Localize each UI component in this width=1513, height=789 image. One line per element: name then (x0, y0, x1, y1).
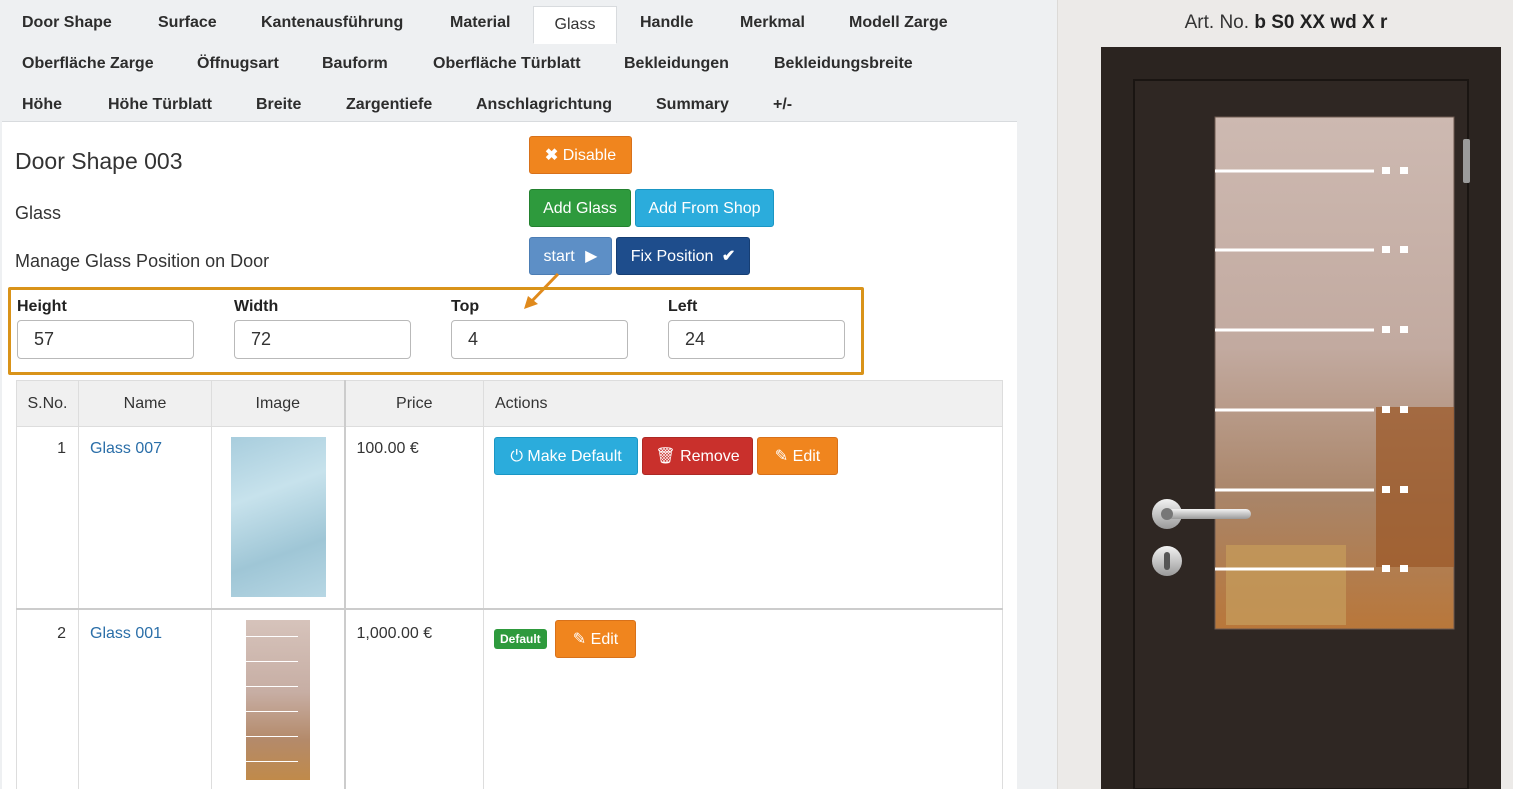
tab-zargentiefe[interactable]: Zargentiefe (336, 86, 442, 124)
add-from-shop-button[interactable]: Add From Shop (635, 189, 774, 227)
edit-button[interactable]: ✎ Edit (555, 619, 636, 658)
table-row: 1 Glass 007 100.00 € ⏻ Make Default 🗑 Re… (16, 426, 1003, 609)
tab-material[interactable]: Material (440, 4, 520, 42)
article-number-prefix: Art. No. (1184, 12, 1250, 33)
height-input[interactable] (17, 320, 194, 359)
row-image (211, 426, 345, 609)
glass-thumbnail (246, 619, 310, 780)
tab-modell-zarge[interactable]: Modell Zarge (839, 4, 958, 42)
door-preview-panel: Art. No. b S0 XX wd X r (1057, 0, 1513, 789)
subsection-heading: Manage Glass Position on Door (15, 251, 270, 271)
column-header-price: Price (343, 380, 484, 427)
edit-button-label: Edit (590, 630, 619, 648)
article-number: Art. No. b S0 XX wd X r (1058, 12, 1513, 34)
tab-merkmal[interactable]: Merkmal (730, 4, 815, 42)
edit-icon: ✎ (572, 630, 587, 648)
checkmark-icon: ✔ (721, 248, 736, 265)
tab-handle[interactable]: Handle (630, 4, 703, 42)
content-panel: Door Shape 003 Glass Manage Glass Positi… (2, 121, 1017, 789)
tab-plus-minus[interactable]: +/- (763, 86, 802, 124)
edit-icon: ✎ (774, 448, 789, 465)
tab-anschlagrichtung[interactable]: Anschlagrichtung (466, 86, 622, 124)
glass-position-box: Height Width Top Left (8, 287, 864, 375)
remove-button-label: Remove (680, 448, 740, 465)
width-label: Width (234, 298, 279, 315)
column-header-image: Image (211, 380, 345, 427)
disable-button[interactable]: ✖ Disable (529, 136, 632, 174)
tab-hoehe-tuerblatt[interactable]: Höhe Türblatt (98, 86, 222, 124)
table-header-row: S.No. Name Image Price Actions (16, 380, 1003, 427)
row-name-link[interactable]: Glass 001 (78, 608, 212, 789)
row-actions: ⏻ Make Default 🗑 Remove ✎ Edit (483, 426, 1003, 609)
article-number-code: b S0 XX wd X r (1254, 12, 1388, 33)
tab-oberflaeche-tuerblatt[interactable]: Oberfläche Türblatt (423, 45, 591, 83)
tab-oeffnugsart[interactable]: Öffnugsart (187, 45, 289, 83)
tab-bauform[interactable]: Bauform (312, 45, 398, 83)
row-image (211, 608, 345, 789)
column-header-sno: S.No. (16, 380, 79, 427)
top-input[interactable] (451, 320, 628, 359)
edit-button-label: Edit (792, 448, 821, 465)
column-header-actions: Actions (483, 380, 1003, 427)
fix-position-button[interactable]: Fix Position ✔ (616, 237, 750, 275)
add-glass-button[interactable]: Add Glass (529, 189, 631, 227)
tab-surface[interactable]: Surface (148, 4, 227, 42)
row-name-link[interactable]: Glass 007 (78, 426, 212, 609)
left-label: Left (668, 298, 698, 315)
remove-button[interactable]: 🗑 Remove (642, 437, 753, 475)
tab-bekleidungen[interactable]: Bekleidungen (614, 45, 739, 83)
tab-bekleidungsbreite[interactable]: Bekleidungsbreite (764, 45, 923, 83)
close-icon: ✖ (544, 147, 559, 164)
row-price: 1,000.00 € (343, 608, 484, 789)
row-sno: 1 (16, 426, 79, 609)
edit-button[interactable]: ✎ Edit (757, 437, 838, 475)
start-button-label: start (543, 248, 575, 265)
tab-breite[interactable]: Breite (246, 86, 311, 124)
make-default-button-label: Make Default (527, 448, 622, 465)
tab-door-shape[interactable]: Door Shape (12, 4, 122, 42)
left-input[interactable] (668, 320, 845, 359)
column-header-name: Name (78, 380, 212, 427)
table-row: 2 Glass 001 1,000.00 € Default ✎ Edit (16, 608, 1003, 789)
row-price: 100.00 € (343, 426, 484, 609)
section-heading: Glass (15, 203, 62, 223)
make-default-button[interactable]: ⏻ Make Default (494, 437, 638, 475)
tab-hoehe[interactable]: Höhe (12, 86, 72, 124)
disable-button-label: Disable (562, 147, 617, 164)
page-title: Door Shape 003 (15, 148, 183, 174)
default-badge: Default (494, 628, 547, 649)
fix-position-button-label: Fix Position (630, 248, 714, 265)
glass-thumbnail (231, 437, 326, 597)
tab-summary[interactable]: Summary (646, 86, 739, 124)
top-label: Top (451, 298, 480, 315)
tab-kantenausfuehrung[interactable]: Kantenausführung (251, 4, 413, 42)
tab-oberflaeche-zarge[interactable]: Oberfläche Zarge (12, 45, 164, 83)
height-label: Height (17, 298, 67, 315)
trash-icon: 🗑 (655, 448, 676, 465)
configurator-panel: Door Shape Surface Kantenausführung Mate… (0, 0, 1057, 789)
door-image (1101, 47, 1501, 789)
door-preview (1101, 47, 1501, 789)
row-actions: Default ✎ Edit (483, 608, 1003, 789)
power-icon: ⏻ (510, 448, 523, 465)
play-icon: ▶ (585, 248, 598, 265)
tab-bar: Door Shape Surface Kantenausführung Mate… (0, 0, 1017, 122)
row-sno: 2 (16, 608, 79, 789)
tab-glass[interactable]: Glass (533, 6, 617, 44)
glass-table: S.No. Name Image Price Actions 1 Glass 0… (16, 380, 1003, 789)
width-input[interactable] (234, 320, 411, 359)
